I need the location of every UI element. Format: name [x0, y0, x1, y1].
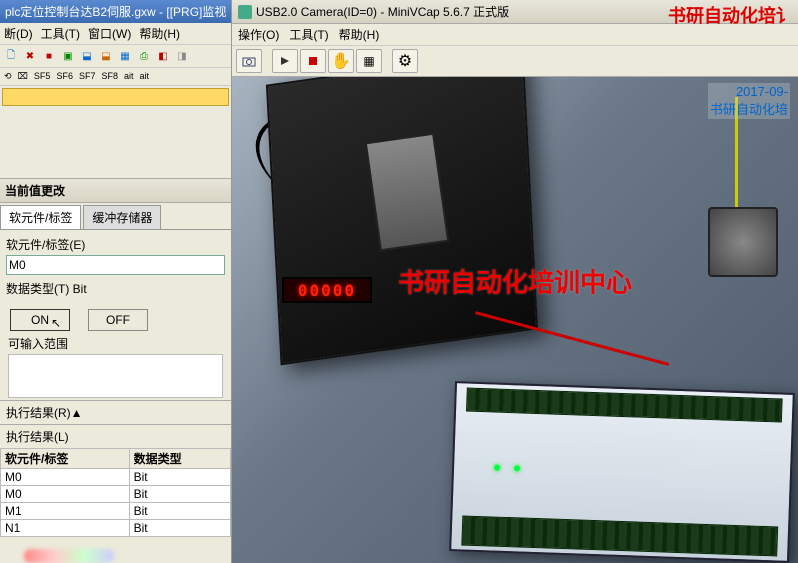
current-value-change-header: 当前值更改: [0, 178, 231, 203]
drive-led-display: 00000: [282, 277, 372, 303]
toolbar-icon[interactable]: ⬓: [78, 47, 96, 65]
plc-led-icon: [494, 465, 500, 471]
snapshot-button[interactable]: [236, 49, 262, 73]
col-type[interactable]: 数据类型: [129, 449, 230, 469]
servo-motor: [708, 207, 778, 277]
fkey-btn[interactable]: SF5: [32, 70, 53, 83]
left-toolbar-row2: ⟲ ⌧ SF5 SF6 SF7 SF8 ait ait: [0, 68, 231, 86]
plc-unit: [449, 381, 795, 563]
table-row[interactable]: M1Bit: [1, 503, 231, 520]
toolbar-icon[interactable]: ✖: [21, 47, 39, 65]
play-button[interactable]: [272, 49, 298, 73]
menu-tools-right[interactable]: 工具(T): [289, 26, 328, 43]
left-title-bar: plc定位控制台达B2伺服.gxw - [[PRG]监视: [0, 0, 231, 23]
grid-button[interactable]: ▦: [356, 49, 382, 73]
watermark-center: 书研自动化培训中心: [398, 263, 632, 300]
plc-led-icon: [514, 465, 520, 471]
menu-help[interactable]: 帮助(H): [139, 25, 180, 42]
date-overlay: 2017-09- 书研自动化培: [708, 83, 790, 119]
yellow-highlight-bar[interactable]: [2, 88, 229, 106]
fkey-btn[interactable]: ait: [138, 70, 152, 83]
device-input[interactable]: [6, 255, 225, 275]
on-off-buttons: ON ↖ OFF: [0, 305, 231, 335]
tab-buffer-memory[interactable]: 缓冲存储器: [83, 205, 161, 229]
input-range-box: [8, 354, 223, 398]
camera-icon: [242, 55, 256, 67]
toolbar-icon[interactable]: ◨: [173, 47, 191, 65]
toolbar-icon[interactable]: ▣: [59, 47, 77, 65]
form-area: 软元件/标签(E) 数据类型(T) Bit: [0, 230, 231, 305]
table-row[interactable]: N1Bit: [1, 520, 231, 537]
settings-button[interactable]: ⚙: [392, 49, 418, 73]
right-title-text: USB2.0 Camera(ID=0) - MiniVCap 5.6.7 正式版: [256, 3, 509, 20]
device-tabs: 软元件/标签 缓冲存储器: [0, 205, 231, 230]
video-feed: 00000 书研自动化培训中心 2017-09- 书研自动化培: [232, 77, 798, 563]
tab-device-label[interactable]: 软元件/标签: [0, 205, 81, 229]
result-header-collapse[interactable]: 执行结果(R)▲: [0, 400, 231, 424]
watermark-top-right: 书研自动化培讠: [668, 2, 794, 28]
toolbar-icon[interactable]: ▦: [116, 47, 134, 65]
input-range-label: 可输入范围: [0, 335, 231, 352]
toolbar-icon[interactable]: ◧: [154, 47, 172, 65]
plc-terminals-top: [466, 388, 783, 423]
cable-red: [475, 311, 669, 366]
play-icon: [280, 56, 290, 66]
menu-help-right[interactable]: 帮助(H): [339, 26, 380, 43]
camera-icon: [238, 5, 252, 19]
menu-debug[interactable]: 断(D): [4, 25, 33, 42]
plc-software-panel: plc定位控制台达B2伺服.gxw - [[PRG]监视 断(D) 工具(T) …: [0, 0, 232, 563]
table-row[interactable]: M0Bit: [1, 486, 231, 503]
hand-icon: ✋: [331, 51, 351, 71]
left-menu-bar: 断(D) 工具(T) 窗口(W) 帮助(H): [0, 23, 231, 45]
fkey-btn[interactable]: ait: [122, 70, 136, 83]
gear-icon: ⚙: [398, 51, 412, 71]
fkey-btn[interactable]: ⌧: [16, 70, 30, 83]
table-row[interactable]: M0Bit: [1, 469, 231, 486]
camera-capture-panel: 书研自动化培讠 USB2.0 Camera(ID=0) - MiniVCap 5…: [232, 0, 798, 563]
toolbar-icon[interactable]: 🗋: [2, 47, 20, 65]
fkey-btn[interactable]: SF6: [54, 70, 75, 83]
toolbar-icon[interactable]: ■: [40, 47, 58, 65]
datatype-label: 数据类型(T) Bit: [6, 280, 225, 297]
record-button[interactable]: [300, 49, 326, 73]
grid-icon: ▦: [363, 54, 374, 68]
off-button[interactable]: OFF: [88, 309, 148, 331]
drive-connector: [365, 133, 450, 252]
menu-tools[interactable]: 工具(T): [41, 25, 80, 42]
fkey-btn[interactable]: SF7: [77, 70, 98, 83]
menu-operation[interactable]: 操作(O): [238, 26, 279, 43]
col-device[interactable]: 软元件/标签: [1, 449, 130, 469]
blurred-region: [24, 549, 114, 563]
record-icon: [308, 56, 318, 66]
fkey-btn[interactable]: SF8: [99, 70, 120, 83]
left-toolbar-row1: 🗋 ✖ ■ ▣ ⬓ ⬓ ▦ ⎙ ◧ ◨: [0, 45, 231, 68]
fkey-btn[interactable]: ⟲: [2, 70, 14, 83]
menu-window[interactable]: 窗口(W): [88, 25, 131, 42]
device-label: 软元件/标签(E): [6, 236, 225, 253]
result-header-list: 执行结果(L): [0, 424, 231, 448]
right-toolbar: ✋ ▦ ⚙: [232, 46, 798, 77]
cursor-icon: ↖: [51, 316, 61, 330]
toolbar-icon[interactable]: ⎙: [135, 47, 153, 65]
plc-terminals-bottom: [461, 515, 778, 556]
toolbar-icon[interactable]: ⬓: [97, 47, 115, 65]
hand-button[interactable]: ✋: [328, 49, 354, 73]
on-button[interactable]: ON ↖: [10, 309, 70, 331]
result-table: 软元件/标签 数据类型 M0Bit M0Bit M1Bit N1Bit: [0, 448, 231, 537]
